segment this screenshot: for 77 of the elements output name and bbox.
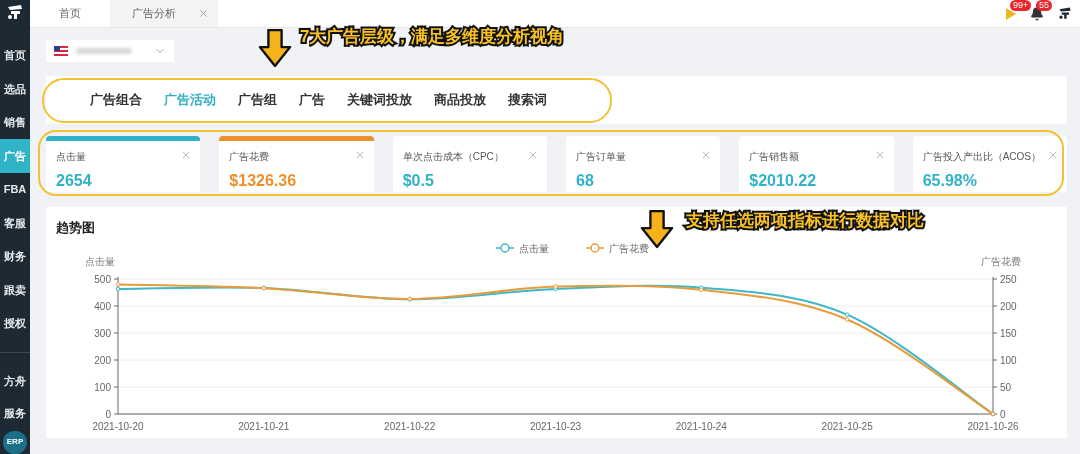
sidebar-item[interactable]: 客服 (0, 206, 30, 240)
legend-label: 广告花费 (609, 242, 649, 254)
y-tick-label: 100 (94, 381, 112, 393)
right-axis: 0 50 100 150 200 250 (992, 273, 1017, 420)
metric-value: $2010.22 (749, 171, 818, 191)
y2-tick-label: 100 (1000, 354, 1018, 366)
y-tick-label: 300 (94, 327, 112, 339)
country-select[interactable] (46, 40, 174, 62)
sidebar-item[interactable]: 销售 (0, 105, 30, 140)
count-badge: 99+ (1010, 0, 1032, 11)
sidebar-item[interactable]: 跟卖 (0, 273, 30, 307)
page-tab[interactable]: 广告分析 (110, 0, 218, 27)
blurred-text (76, 48, 132, 54)
level-tab[interactable]: 广告 (299, 90, 325, 110)
metric-card[interactable]: 广告销售额 $2010.22 (739, 136, 894, 192)
metric-value: $1326.36 (229, 171, 298, 191)
metric-card[interactable]: 单次点击成本（CPC） $0.5 (392, 136, 547, 192)
left-axis: 0 100 200 300 400 500 (94, 273, 119, 420)
metric-label: 广告销售额 (749, 150, 800, 164)
legend[interactable]: 点击量 广告花费 (495, 242, 649, 254)
metric-value: 65.98% (922, 171, 978, 191)
metric-label: 广告投入产出比（ACOS） (922, 150, 1041, 164)
x-tick-label: 2021-10-22 (384, 420, 436, 432)
close-icon[interactable] (198, 8, 209, 19)
count-badge: 55 (1036, 0, 1052, 11)
callout-text: 7大广告层级，满足多维度分析视角 (300, 26, 565, 48)
metric-card[interactable]: 广告投入产出比（ACOS） 65.98% (912, 136, 1067, 192)
axis-title: 广告花费 (981, 255, 1021, 267)
metric-label: 广告订单量 (576, 150, 626, 164)
y-tick-label: 400 (94, 300, 112, 312)
metric-card[interactable]: 广告订单量 68 (566, 136, 721, 192)
sidebar-item[interactable]: 服务 (0, 397, 30, 429)
metric-value: 68 (576, 171, 595, 191)
level-tab[interactable]: 广告组合 (90, 90, 142, 110)
down-arrow-icon (258, 27, 292, 69)
x-tick-label: 2021-10-25 (821, 420, 874, 432)
y2-tick-label: 0 (1000, 408, 1006, 420)
y2-tick-label: 50 (1000, 381, 1012, 393)
metric-value: 2654 (56, 171, 93, 191)
metric-label: 广告花费 (229, 150, 270, 164)
level-tab[interactable]: 关键词投放 (347, 90, 412, 110)
metric-card[interactable]: 广告花费 $1326.36 (219, 136, 374, 192)
sidebar-item[interactable]: 授权 (0, 306, 30, 341)
legend-label: 点击量 (519, 242, 549, 254)
sidebar-item[interactable]: 方舟 (0, 365, 30, 398)
card-title: 趋势图 (56, 219, 95, 237)
sidebar-item[interactable]: FBA (0, 172, 30, 207)
close-icon[interactable] (527, 149, 539, 161)
sidebar-item[interactable]: 财务 (0, 239, 30, 274)
level-tab[interactable]: 搜索词 (508, 90, 547, 110)
x-tick-label: 2021-10-23 (529, 420, 582, 432)
y2-tick-label: 200 (1000, 300, 1018, 312)
x-tick-label: 2021-10-21 (238, 420, 290, 432)
metric-value: $0.5 (402, 171, 435, 191)
level-tab[interactable]: 广告组 (238, 90, 277, 110)
metric-card[interactable]: 点击量 2654 (46, 136, 201, 192)
axis-title: 点击量 (85, 255, 115, 267)
callout-text: 支持任选两项指标进行数据对比 (686, 210, 924, 232)
y-tick-label: 500 (94, 273, 112, 285)
y-tick-label: 200 (94, 354, 112, 366)
x-tick-label: 2021-10-24 (675, 420, 728, 432)
x-tick-label: 2021-10-26 (967, 420, 1020, 432)
flag-icon[interactable] (1005, 6, 1017, 21)
erp-badge[interactable]: ERP (3, 430, 27, 454)
y2-tick-label: 250 (1000, 273, 1018, 285)
avatar-icon[interactable] (1057, 5, 1073, 22)
level-tab[interactable]: 商品投放 (434, 90, 486, 110)
x-tick-label: 2021-10-20 (92, 420, 145, 432)
sidebar-item[interactable]: 首页 (0, 38, 30, 73)
metric-label: 单次点击成本（CPC） (402, 150, 504, 164)
y2-tick-label: 150 (1000, 327, 1018, 339)
metric-label: 点击量 (56, 150, 86, 164)
data-point (407, 296, 412, 301)
y-tick-label: 0 (105, 408, 112, 420)
bell-icon[interactable] (1030, 6, 1044, 21)
us-flag-icon (54, 46, 68, 56)
sidebar-item[interactable]: 选品 (0, 72, 30, 106)
